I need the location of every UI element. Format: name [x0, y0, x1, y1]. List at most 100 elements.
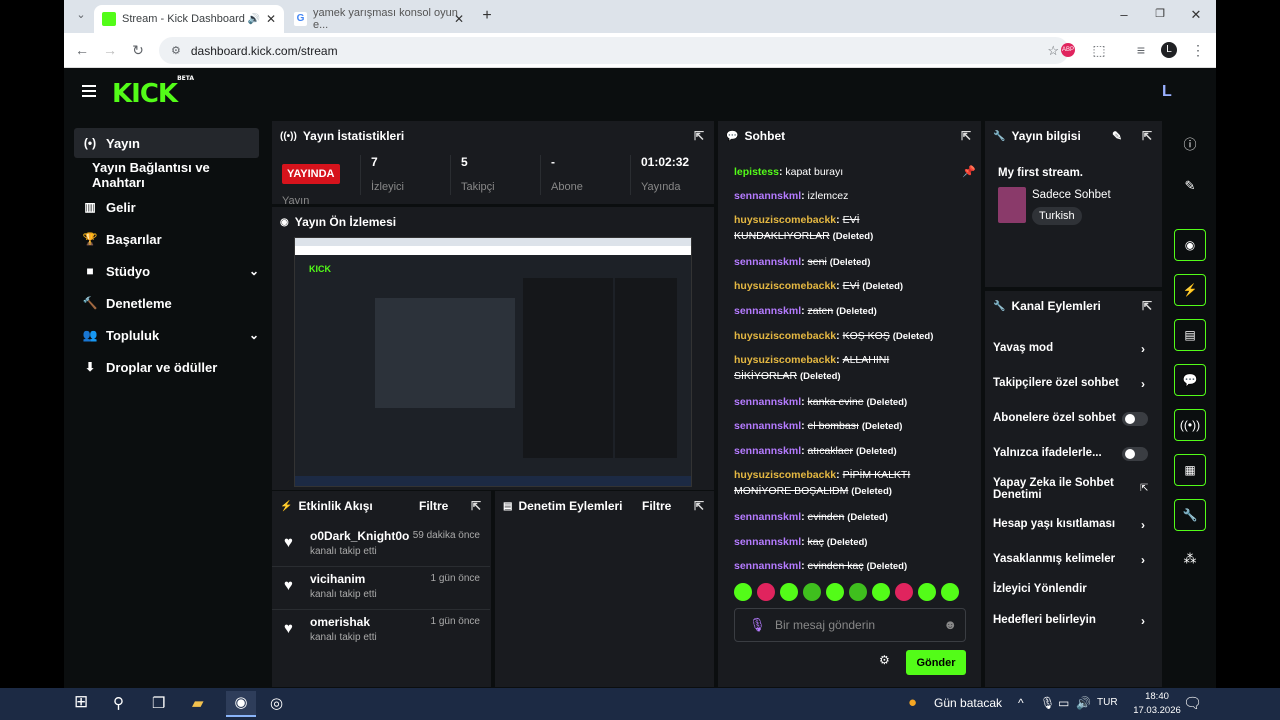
tab-search-icon[interactable]: ⌄: [72, 8, 90, 21]
windows-start-icon[interactable]: ⊞: [74, 692, 88, 712]
nav-stream[interactable]: (•) Yayın: [74, 128, 259, 158]
task-view-icon[interactable]: ❐: [152, 694, 165, 712]
microphone-tray-icon[interactable]: 🎙: [1040, 696, 1055, 710]
back-icon[interactable]: ←: [73, 42, 91, 58]
emoji-icon[interactable]: ☻: [943, 617, 957, 632]
chat-username[interactable]: sennannskml: [734, 560, 801, 572]
action-set-goals[interactable]: Hedefleri belirleyin ›: [993, 614, 1145, 628]
chat-message[interactable]: huysuziscomebackk: EVİ KUNDAKLIYORLAR (D…: [734, 212, 944, 245]
media-control-icon[interactable]: ≡: [1132, 42, 1150, 58]
chat-username[interactable]: sennannskml: [734, 305, 801, 317]
bookmark-star-icon[interactable]: ☆: [1047, 43, 1059, 59]
edit-layout-icon[interactable]: ✎: [1174, 174, 1206, 198]
menu-icon[interactable]: [82, 85, 96, 97]
info-icon[interactable]: ⓘ: [1174, 131, 1206, 155]
nav-stream-key[interactable]: Yayın Bağlantısı ve Anahtarı: [74, 160, 259, 190]
chat-username[interactable]: sennannskml: [734, 190, 801, 202]
close-tab-icon[interactable]: ✕: [266, 12, 276, 26]
chat-username[interactable]: sennannskml: [734, 396, 801, 408]
chat-message[interactable]: sennannskml: kaç (Deleted): [734, 534, 944, 551]
stream-preview-video[interactable]: KICK: [294, 237, 692, 487]
file-explorer-icon[interactable]: ▰: [192, 694, 204, 712]
emote-icon[interactable]: [941, 583, 959, 601]
chat-message[interactable]: sennannskml: el bombası (Deleted): [734, 418, 944, 435]
activity-user[interactable]: omerishak: [310, 615, 370, 629]
chat-username[interactable]: huysuziscomebackk: [734, 354, 836, 366]
activity-user[interactable]: o0Dark_Knight0o: [310, 529, 409, 543]
rail-document-icon[interactable]: ▤: [1174, 319, 1206, 351]
nav-community[interactable]: 👥 Topluluk ⌄: [74, 320, 259, 350]
clock[interactable]: 18:40 17.03.2026: [1127, 691, 1187, 716]
obs-taskbar-icon[interactable]: ◎: [270, 694, 283, 712]
emote-icon[interactable]: [780, 583, 798, 601]
rail-chat-icon[interactable]: 💬: [1174, 364, 1206, 396]
chat-username[interactable]: sennannskml: [734, 256, 801, 268]
chat-message[interactable]: lepistess: kapat burayı: [734, 164, 944, 180]
chat-message[interactable]: sennannskml: kanka evine (Deleted): [734, 394, 944, 411]
popout-icon[interactable]: ⇱: [471, 499, 481, 513]
rail-broadcast-icon[interactable]: ((•)): [1174, 409, 1206, 441]
chat-input[interactable]: 🎙 Bir mesaj gönderin ☻: [734, 608, 966, 642]
language-indicator[interactable]: TUR: [1097, 697, 1118, 708]
chat-username[interactable]: lepistess: [734, 166, 779, 178]
minimize-icon[interactable]: –: [1114, 7, 1134, 22]
new-tab-icon[interactable]: +: [478, 7, 496, 25]
emote-icon[interactable]: [849, 583, 867, 601]
emote-icon[interactable]: [757, 583, 775, 601]
stream-category[interactable]: Sadece Sohbet: [1032, 189, 1111, 201]
close-tab-icon[interactable]: ✕: [454, 12, 464, 26]
network-icon[interactable]: ▭: [1058, 696, 1069, 710]
tray-chevron-icon[interactable]: ^: [1018, 696, 1024, 710]
popout-icon[interactable]: ⇱: [961, 129, 971, 143]
rail-bolt-icon[interactable]: ⚡: [1174, 274, 1206, 306]
popout-icon[interactable]: ⇱: [1142, 299, 1152, 313]
chat-message[interactable]: sennannskml: izlemcez: [734, 188, 944, 204]
rail-wrench-icon[interactable]: 🔧: [1174, 499, 1206, 531]
forward-icon[interactable]: →: [101, 42, 119, 58]
activity-user[interactable]: vicihanim: [310, 572, 365, 586]
chat-username[interactable]: sennannskml: [734, 511, 801, 523]
chat-username[interactable]: sennannskml: [734, 536, 801, 548]
chat-message[interactable]: huysuziscomebackk: ALLAHINI SİKİYORLAR (…: [734, 352, 944, 385]
weather-text[interactable]: Gün batacak: [934, 696, 1002, 710]
emote-icon[interactable]: [895, 583, 913, 601]
filter-button[interactable]: Filtre: [642, 499, 671, 513]
popout-icon[interactable]: ⇱: [694, 499, 704, 513]
action-slow-mode[interactable]: Yavaş mod ›: [993, 342, 1145, 356]
subscribers-only-toggle[interactable]: [1122, 412, 1148, 426]
reload-icon[interactable]: ↻: [129, 42, 147, 59]
nav-drops[interactable]: ⬇ Droplar ve ödüller: [74, 352, 259, 382]
chat-message[interactable]: sennannskml: evinden (Deleted): [734, 509, 944, 526]
chat-username[interactable]: sennannskml: [734, 420, 801, 432]
tab-search[interactable]: G yamek yarışması konsol oyun e... ✕: [286, 5, 472, 33]
chat-message[interactable]: sennannskml: zaten (Deleted): [734, 303, 944, 320]
emotes-only-toggle[interactable]: [1122, 447, 1148, 461]
chat-message[interactable]: sennannskml: seni (Deleted): [734, 254, 944, 271]
nav-studio[interactable]: ■ Stüdyo ⌄: [74, 256, 259, 286]
emote-icon[interactable]: [918, 583, 936, 601]
chat-username[interactable]: huysuziscomebackk: [734, 214, 836, 226]
rail-preview-icon[interactable]: ◉: [1174, 229, 1206, 261]
volume-icon[interactable]: 🔊: [1076, 696, 1091, 710]
nav-moderation[interactable]: 🔨 Denetleme: [74, 288, 259, 318]
browser-menu-icon[interactable]: ⋮: [1189, 42, 1207, 59]
popout-icon[interactable]: ⇱: [1142, 129, 1152, 143]
chat-username[interactable]: huysuziscomebackk: [734, 330, 836, 342]
maximize-icon[interactable]: ❐: [1150, 7, 1170, 20]
popout-icon[interactable]: ⇱: [694, 129, 704, 143]
action-ai-moderation[interactable]: Yapay Zeka ile Sohbet Denetimi: [993, 477, 1123, 501]
chat-message[interactable]: sennannskml: evinden kaç (Deleted): [734, 558, 944, 575]
category-thumbnail[interactable]: [998, 187, 1026, 223]
chat-username[interactable]: sennannskml: [734, 445, 801, 457]
profile-avatar[interactable]: L: [1161, 42, 1177, 58]
chrome-taskbar-icon[interactable]: ◉: [226, 691, 256, 717]
send-button[interactable]: Gönder: [906, 650, 966, 675]
nav-achievements[interactable]: 🏆 Başarılar: [74, 224, 259, 254]
rail-more-icon[interactable]: ⁂: [1174, 547, 1206, 571]
external-link-icon[interactable]: ⇱: [1140, 483, 1148, 494]
emote-icon[interactable]: [826, 583, 844, 601]
chat-message[interactable]: sennannskml: atıcaklaer (Deleted): [734, 443, 944, 460]
rail-layout-icon[interactable]: ▦: [1174, 454, 1206, 486]
emote-icon[interactable]: [803, 583, 821, 601]
filter-button[interactable]: Filtre: [419, 499, 448, 513]
